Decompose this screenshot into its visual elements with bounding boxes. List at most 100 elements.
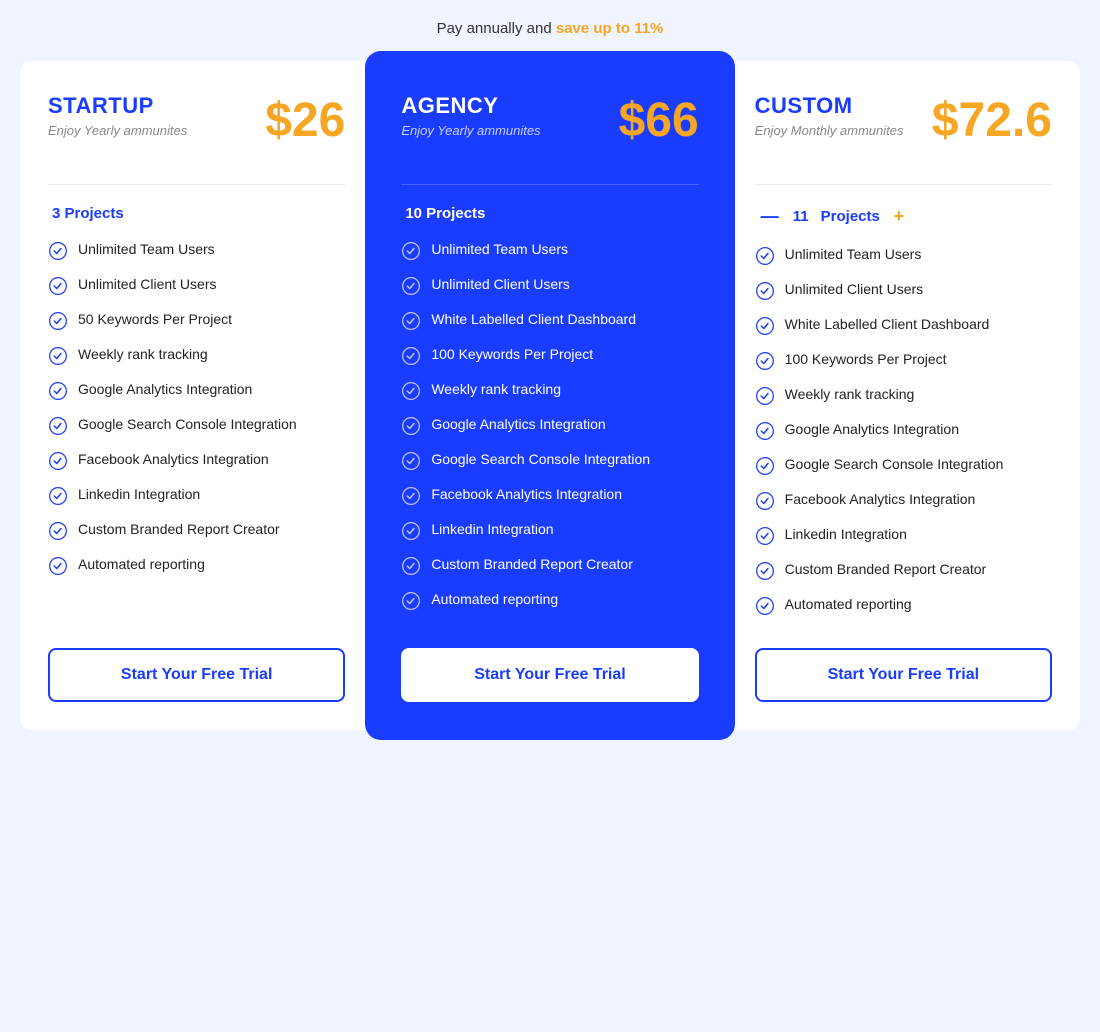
- plan-name-custom: CUSTOM: [755, 93, 904, 119]
- check-icon: [755, 351, 775, 371]
- check-icon: [401, 311, 421, 331]
- check-icon: [48, 311, 68, 331]
- top-bar-text: Pay annually and: [437, 20, 552, 37]
- feature-item: 50 Keywords Per Project: [48, 310, 345, 331]
- feature-text: Facebook Analytics Integration: [431, 485, 622, 505]
- check-icon: [755, 596, 775, 616]
- feature-text: Custom Branded Report Creator: [431, 555, 633, 575]
- feature-text: Unlimited Team Users: [78, 240, 215, 260]
- feature-item: Linkedin Integration: [755, 525, 1052, 546]
- feature-item: 100 Keywords Per Project: [755, 350, 1052, 371]
- feature-item: Google Analytics Integration: [401, 415, 698, 436]
- plus-button-custom[interactable]: +: [888, 205, 910, 227]
- feature-text: Custom Branded Report Creator: [785, 560, 987, 580]
- minus-button-custom[interactable]: —: [759, 205, 781, 227]
- feature-text: Google Analytics Integration: [785, 420, 959, 440]
- check-icon: [755, 281, 775, 301]
- feature-text: White Labelled Client Dashboard: [785, 315, 990, 335]
- feature-item: Linkedin Integration: [401, 520, 698, 541]
- feature-text: Custom Branded Report Creator: [78, 520, 280, 540]
- check-icon: [401, 346, 421, 366]
- check-icon: [755, 456, 775, 476]
- projects-row-agency: 10 Projects: [401, 205, 698, 222]
- plan-card-custom: CUSTOMEnjoy Monthly ammunites$72.6—11Pro…: [727, 61, 1080, 730]
- check-icon: [755, 316, 775, 336]
- feature-item: Google Search Console Integration: [755, 455, 1052, 476]
- top-bar: Pay annually and save up to 11%: [20, 20, 1080, 37]
- feature-text: Facebook Analytics Integration: [78, 450, 269, 470]
- plan-header-startup: STARTUPEnjoy Yearly ammunites$26: [48, 93, 345, 148]
- projects-count-custom: 11: [789, 208, 813, 225]
- feature-text: Unlimited Client Users: [78, 275, 216, 295]
- feature-text: Unlimited Client Users: [785, 280, 923, 300]
- check-icon: [48, 241, 68, 261]
- check-icon: [48, 381, 68, 401]
- check-icon: [401, 451, 421, 471]
- feature-text: Google Search Console Integration: [78, 415, 297, 435]
- divider-custom: [755, 184, 1052, 185]
- feature-item: Custom Branded Report Creator: [755, 560, 1052, 581]
- feature-item: Automated reporting: [755, 595, 1052, 616]
- check-icon: [401, 486, 421, 506]
- feature-item: Weekly rank tracking: [755, 385, 1052, 406]
- plans-container: STARTUPEnjoy Yearly ammunites$263 Projec…: [20, 61, 1080, 730]
- top-bar-save: save up to 11%: [556, 20, 664, 37]
- feature-text: Unlimited Team Users: [431, 240, 568, 260]
- feature-item: Facebook Analytics Integration: [401, 485, 698, 506]
- cta-button-custom[interactable]: Start Your Free Trial: [755, 648, 1052, 702]
- feature-text: 100 Keywords Per Project: [431, 345, 593, 365]
- divider-startup: [48, 184, 345, 185]
- feature-text: Unlimited Team Users: [785, 245, 922, 265]
- check-icon: [401, 241, 421, 261]
- plan-name-agency: AGENCY: [401, 93, 540, 119]
- cta-button-agency[interactable]: Start Your Free Trial: [401, 648, 698, 702]
- feature-item: White Labelled Client Dashboard: [755, 315, 1052, 336]
- divider-agency: [401, 184, 698, 185]
- feature-text: Google Analytics Integration: [431, 415, 605, 435]
- feature-text: Weekly rank tracking: [785, 385, 915, 405]
- feature-text: Facebook Analytics Integration: [785, 490, 976, 510]
- check-icon: [401, 591, 421, 611]
- feature-item: Google Search Console Integration: [401, 450, 698, 471]
- check-icon: [755, 246, 775, 266]
- check-icon: [401, 556, 421, 576]
- check-icon: [48, 346, 68, 366]
- feature-item: Linkedin Integration: [48, 485, 345, 506]
- feature-item: Automated reporting: [48, 555, 345, 576]
- features-list-agency: Unlimited Team Users Unlimited Client Use…: [401, 240, 698, 616]
- check-icon: [48, 556, 68, 576]
- check-icon: [755, 526, 775, 546]
- feature-item: Unlimited Client Users: [48, 275, 345, 296]
- plan-card-startup: STARTUPEnjoy Yearly ammunites$263 Projec…: [20, 61, 373, 730]
- check-icon: [48, 486, 68, 506]
- projects-row-custom: — 11 Projects +: [755, 205, 1052, 227]
- feature-text: 100 Keywords Per Project: [785, 350, 947, 370]
- check-icon: [755, 386, 775, 406]
- cta-button-startup[interactable]: Start Your Free Trial: [48, 648, 345, 702]
- feature-item: Unlimited Team Users: [755, 245, 1052, 266]
- projects-label-custom: Projects: [821, 208, 880, 225]
- check-icon: [755, 491, 775, 511]
- check-icon: [755, 421, 775, 441]
- feature-text: Automated reporting: [431, 590, 558, 610]
- feature-text: 50 Keywords Per Project: [78, 310, 232, 330]
- check-icon: [48, 451, 68, 471]
- check-icon: [48, 416, 68, 436]
- feature-text: Linkedin Integration: [78, 485, 200, 505]
- feature-text: Linkedin Integration: [431, 520, 553, 540]
- feature-text: Unlimited Client Users: [431, 275, 569, 295]
- feature-item: Custom Branded Report Creator: [48, 520, 345, 541]
- feature-item: Google Search Console Integration: [48, 415, 345, 436]
- feature-text: Weekly rank tracking: [431, 380, 561, 400]
- feature-text: Google Search Console Integration: [785, 455, 1004, 475]
- feature-text: Linkedin Integration: [785, 525, 907, 545]
- feature-item: Google Analytics Integration: [48, 380, 345, 401]
- feature-text: White Labelled Client Dashboard: [431, 310, 636, 330]
- feature-item: White Labelled Client Dashboard: [401, 310, 698, 331]
- feature-item: Weekly rank tracking: [48, 345, 345, 366]
- feature-item: Automated reporting: [401, 590, 698, 611]
- feature-text: Google Search Console Integration: [431, 450, 650, 470]
- feature-item: Unlimited Team Users: [48, 240, 345, 261]
- check-icon: [401, 521, 421, 541]
- plan-price-agency: $66: [619, 93, 699, 148]
